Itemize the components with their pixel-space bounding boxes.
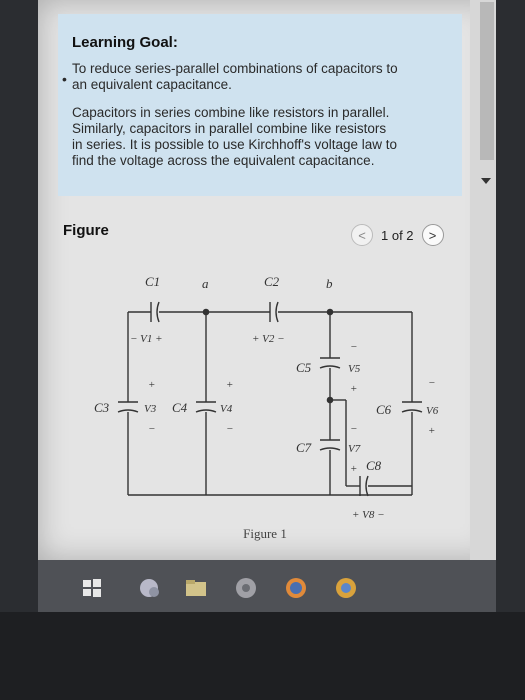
chevron-right-icon: >: [428, 227, 437, 243]
desc-line-4: find the voltage across the equivalent c…: [72, 153, 375, 168]
figure-caption: Figure 1: [243, 526, 287, 541]
label-v7: V7: [348, 443, 361, 455]
scroll-down-arrow-icon[interactable]: [481, 178, 491, 184]
label-v6: V6: [426, 405, 439, 417]
chevron-left-icon: <: [358, 227, 366, 243]
label-c2: C2: [264, 274, 280, 289]
app-icon[interactable]: [136, 576, 162, 600]
learning-goal-box: Learning Goal: • To reduce series-parall…: [58, 14, 462, 196]
label-c4: C4: [172, 400, 188, 415]
label-v8: + V8 −: [352, 509, 385, 521]
label-v5: V5: [348, 363, 361, 375]
label-v3: V3: [144, 403, 157, 415]
polarity-c5-plus: +: [350, 383, 357, 395]
file-explorer-icon[interactable]: [184, 576, 208, 600]
figure-page-indicator: 1 of 2: [381, 227, 414, 243]
learning-goal-title: Learning Goal:: [72, 34, 178, 51]
next-figure-button[interactable]: >: [421, 224, 444, 246]
circuit-figure: C1 a C2 b − V1 + + V2 − C3 V3 C4 V4 C5 V…: [60, 250, 470, 562]
polarity-c3-minus: −: [148, 423, 155, 435]
learning-goal-text: • To reduce series-parallel combinations…: [62, 61, 446, 93]
label-v4: V4: [220, 403, 233, 415]
label-a: a: [202, 276, 209, 291]
polarity-c7-plus: +: [350, 463, 357, 475]
label-v1: − V1 +: [130, 333, 163, 345]
figure-heading: Figure: [63, 222, 109, 239]
label-v2: + V2 −: [252, 333, 285, 345]
desc-line-3: in series. It is possible to use Kirchho…: [72, 137, 397, 152]
polarity-c6-plus: +: [428, 425, 435, 437]
windows-start-icon[interactable]: [82, 576, 102, 600]
learning-goal-description: Capacitors in series combine like resist…: [72, 105, 446, 169]
polarity-c4-minus: −: [226, 423, 233, 435]
chrome-icon[interactable]: [334, 576, 358, 600]
prev-figure-button[interactable]: <: [351, 224, 373, 246]
scrollbar-thumb[interactable]: [480, 2, 494, 160]
figure-pager: < 1 of 2 >: [351, 224, 444, 246]
windows-taskbar: [38, 560, 496, 612]
label-c8: C8: [366, 458, 382, 473]
polarity-c4-plus: +: [226, 379, 233, 391]
circuit-diagram: C1 a C2 b − V1 + + V2 − C3 V3 C4 V4 C5 V…: [94, 274, 439, 521]
label-b: b: [326, 276, 333, 291]
desc-line-1: Capacitors in series combine like resist…: [72, 105, 390, 120]
label-c1: C1: [145, 274, 160, 289]
goal-line-2: an equivalent capacitance.: [72, 77, 232, 92]
label-c5: C5: [296, 360, 312, 375]
polarity-c3-plus: +: [148, 379, 155, 391]
label-c3: C3: [94, 400, 110, 415]
label-c6: C6: [376, 402, 392, 417]
firefox-icon[interactable]: [284, 576, 308, 600]
polarity-c5-minus: −: [350, 341, 357, 353]
desc-line-2: Similarly, capacitors in parallel combin…: [72, 121, 387, 136]
monitor-bezel: [0, 612, 525, 700]
goal-line-1: To reduce series-parallel combinations o…: [72, 61, 398, 76]
bullet-icon: •: [62, 71, 67, 87]
media-player-icon[interactable]: [234, 576, 258, 600]
polarity-c6-minus: −: [428, 377, 435, 389]
polarity-c7-minus: −: [350, 423, 357, 435]
label-c7: C7: [296, 440, 312, 455]
